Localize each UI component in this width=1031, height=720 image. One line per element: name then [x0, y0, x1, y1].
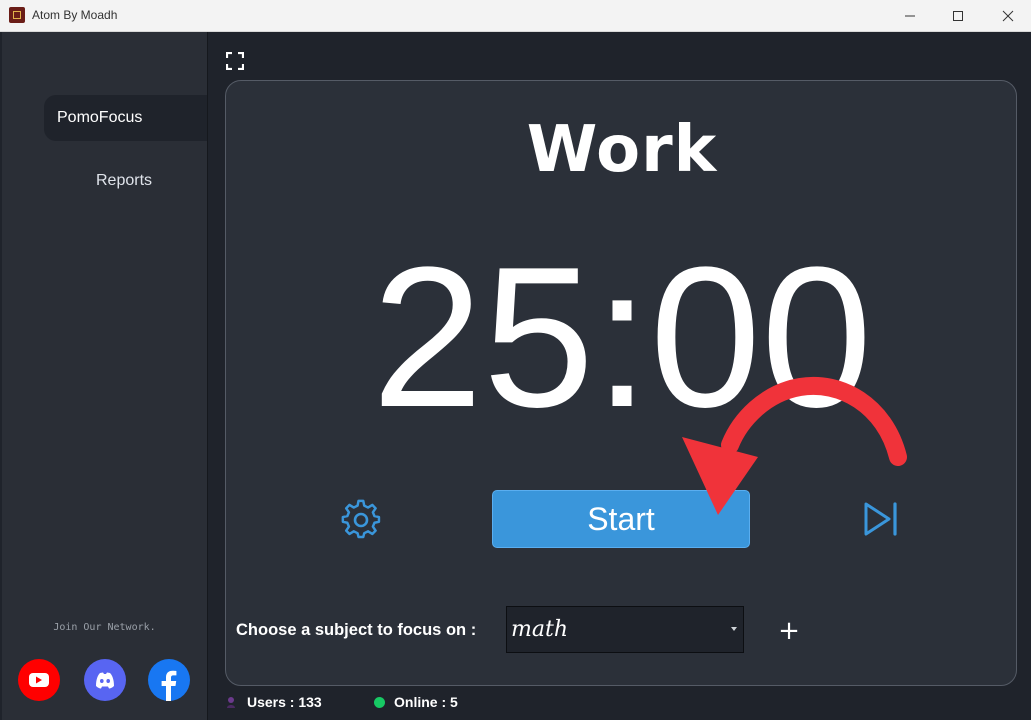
online-count: Online : 5 [394, 694, 458, 710]
session-mode-title: Work [526, 113, 718, 187]
facebook-icon [161, 670, 177, 701]
start-button-label: Start [587, 500, 655, 537]
fullscreen-icon[interactable] [226, 52, 244, 70]
online-dot-icon [374, 697, 385, 708]
user-icon [227, 697, 235, 708]
subject-dropdown[interactable]: math [506, 606, 744, 653]
network-label: Join Our Network. [53, 622, 156, 633]
users-count: Users : 133 [247, 694, 322, 710]
app-logo-icon [9, 7, 25, 23]
maximize-button[interactable] [935, 0, 981, 31]
discord-link[interactable] [84, 659, 126, 701]
start-button[interactable]: Start [492, 490, 750, 548]
close-button[interactable] [985, 0, 1031, 31]
maximize-icon [953, 10, 963, 21]
add-subject-button[interactable]: + [778, 618, 800, 644]
timer-display: 25:00 [371, 226, 873, 449]
minimize-icon [905, 15, 915, 16]
window-title: Atom By Moadh [32, 8, 118, 22]
title-bar: Atom By Moadh [0, 0, 1031, 32]
plus-icon: + [778, 616, 800, 646]
close-icon [1002, 10, 1014, 21]
discord-icon [96, 672, 114, 689]
facebook-link[interactable] [148, 659, 190, 701]
skip-next-icon[interactable] [862, 500, 900, 538]
settings-gear-icon[interactable] [340, 499, 382, 541]
youtube-link[interactable] [18, 659, 60, 701]
youtube-icon [29, 673, 49, 687]
chevron-down-icon [731, 627, 737, 631]
subject-label: Choose a subject to focus on : [236, 621, 477, 639]
minimize-button[interactable] [887, 0, 933, 31]
subject-selected-value: math [511, 617, 568, 642]
